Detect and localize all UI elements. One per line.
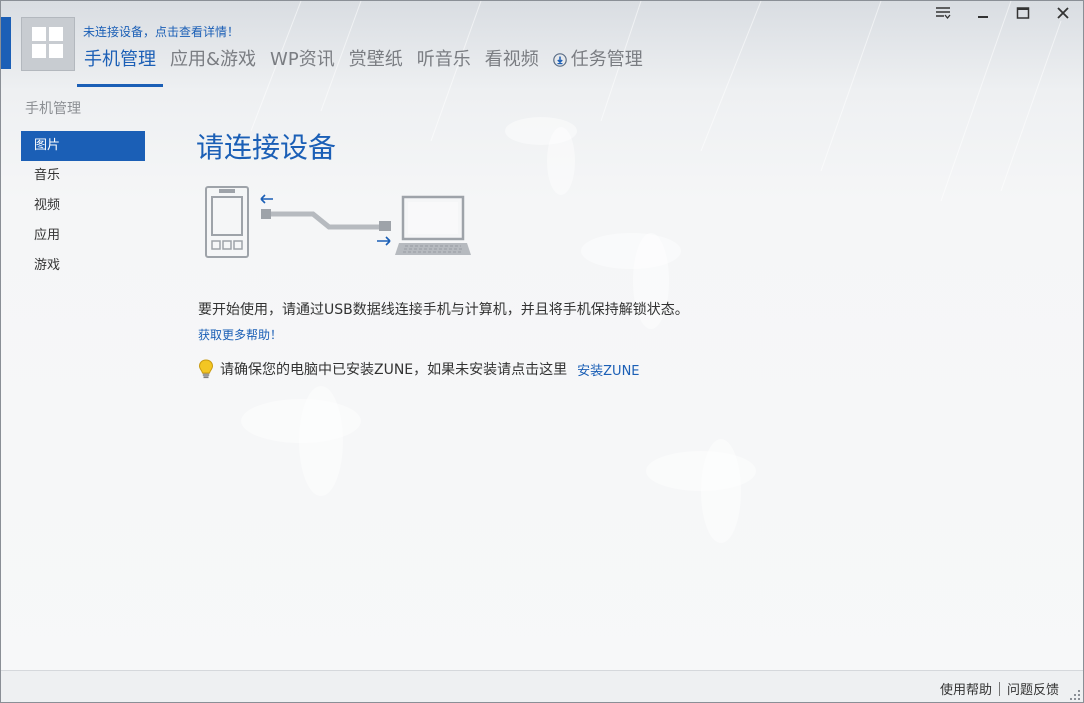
maximize-icon — [1016, 7, 1030, 19]
windows-logo-icon — [32, 27, 63, 58]
sidebar-item-pictures[interactable]: 图片 — [21, 131, 145, 161]
footer-divider — [998, 681, 1000, 696]
header-accent-bar — [1, 17, 11, 69]
install-zune-link[interactable]: 安装ZUNE — [577, 360, 639, 379]
tab-wallpapers[interactable]: 赏壁纸 — [342, 45, 410, 87]
footer-links: 使用帮助 问题反馈 — [940, 679, 1059, 698]
resize-grip-icon[interactable] — [1069, 689, 1081, 701]
sidebar-item-games[interactable]: 游戏 — [21, 251, 145, 281]
arrow-right-icon — [377, 236, 391, 246]
tab-video[interactable]: 看视频 — [478, 45, 546, 87]
sidebar-item-music[interactable]: 音乐 — [21, 161, 145, 191]
help-button[interactable]: 使用帮助 — [940, 679, 992, 698]
minimize-icon — [978, 16, 988, 18]
close-button[interactable] — [1043, 1, 1083, 25]
arrow-left-icon — [260, 194, 273, 204]
main-nav: 手机管理 应用&游戏 WP资讯 赏壁纸 听音乐 看视频 任务管理 — [77, 45, 650, 87]
tab-phone-management[interactable]: 手机管理 — [77, 45, 163, 87]
zune-tip: 请确保您的电脑中已安装ZUNE，如果未安装请点击这里 安装ZUNE — [198, 359, 640, 379]
lightbulb-icon — [198, 359, 214, 379]
zune-tip-text: 请确保您的电脑中已安装ZUNE，如果未安装请点击这里 — [220, 362, 568, 378]
minimize-button[interactable] — [963, 1, 1003, 25]
maximize-button[interactable] — [1003, 1, 1043, 25]
sidebar: 手机管理 图片 音乐 视频 应用 游戏 — [21, 97, 145, 281]
header: 未连接设备，点击查看详情！ 手机管理 应用&游戏 WP资讯 赏壁纸 听音乐 看视… — [1, 1, 1083, 87]
feedback-button[interactable]: 问题反馈 — [1007, 679, 1059, 698]
background-decoration — [241, 1, 1062, 543]
sidebar-item-apps[interactable]: 应用 — [21, 221, 145, 251]
sidebar-title: 手机管理 — [25, 101, 81, 117]
help-link[interactable]: 获取更多帮助！ — [198, 326, 282, 343]
download-icon — [552, 53, 567, 67]
instruction-text: 要开始使用，请通过USB数据线连接手机与计算机，并且将手机保持解锁状态。 — [198, 302, 689, 318]
status-bar: 使用帮助 问题反馈 — [1, 670, 1083, 702]
usb-cable-icon — [261, 209, 391, 231]
tab-task-management[interactable]: 任务管理 — [546, 45, 650, 87]
page-title: 请连接设备 — [196, 131, 337, 164]
laptop-icon — [395, 195, 471, 255]
close-icon — [1057, 7, 1069, 19]
app-window: 未连接设备，点击查看详情！ 手机管理 应用&游戏 WP资讯 赏壁纸 听音乐 看视… — [0, 0, 1084, 703]
tab-music[interactable]: 听音乐 — [410, 45, 478, 87]
phone-icon — [205, 186, 249, 258]
device-status-link[interactable]: 未连接设备，点击查看详情！ — [83, 23, 239, 40]
menu-button[interactable] — [923, 1, 963, 25]
window-controls — [923, 1, 1083, 25]
tab-wp-news[interactable]: WP资讯 — [263, 45, 342, 87]
menu-icon — [936, 7, 951, 20]
phone-usb-computer-illustration — [205, 186, 471, 258]
tab-apps-games[interactable]: 应用&游戏 — [163, 45, 263, 87]
device-avatar[interactable] — [21, 17, 75, 71]
sidebar-item-video[interactable]: 视频 — [21, 191, 145, 221]
